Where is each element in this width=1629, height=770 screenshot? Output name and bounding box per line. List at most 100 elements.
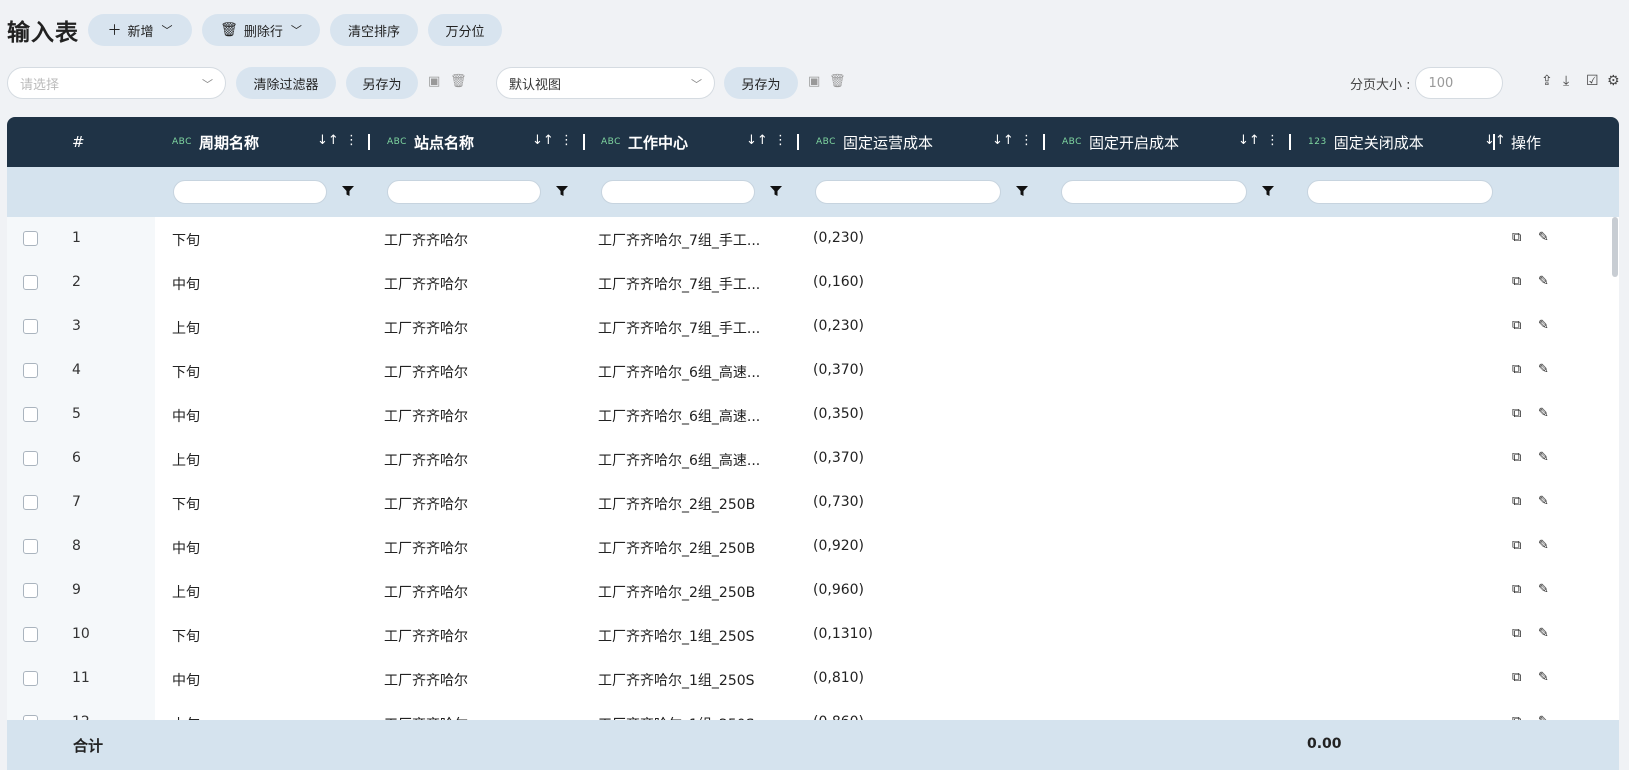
more-icon[interactable]: ⋮ [1266, 133, 1279, 148]
copy-icon[interactable]: ⧉ [1512, 450, 1521, 465]
copy-icon[interactable]: ⧉ [1512, 406, 1521, 421]
save-icon[interactable]: ▣ [428, 74, 440, 89]
edit-icon[interactable]: ✎ [1538, 318, 1549, 333]
copy-icon[interactable]: ⧉ [1512, 626, 1521, 641]
edit-icon[interactable]: ✎ [1538, 450, 1549, 465]
row-checkbox[interactable] [23, 627, 38, 642]
sort-icon[interactable]: ↓↑ [1238, 133, 1260, 148]
edit-icon[interactable]: ✎ [1538, 274, 1549, 289]
row-checkbox[interactable] [23, 363, 38, 378]
row-checkbox[interactable] [23, 275, 38, 290]
edit-icon[interactable]: ✎ [1538, 582, 1549, 597]
filter-icon[interactable] [1261, 184, 1275, 198]
col-header-period[interactable]: ABC 周期名称 [172, 117, 259, 167]
col-header-fixed-open-cost[interactable]: ABC 固定开启成本 [1062, 117, 1179, 167]
clear-filter-button[interactable]: 清除过滤器 [236, 67, 336, 99]
edit-icon[interactable]: ✎ [1538, 626, 1549, 641]
more-icon[interactable]: ⋮ [345, 133, 358, 148]
settings-icon[interactable]: ⚙ [1607, 73, 1620, 89]
table-row[interactable]: 6 上旬 工厂齐齐哈尔 工厂齐齐哈尔_6组_高速... (0,370) ⧉ ✎ [7, 437, 1619, 481]
sort-icon[interactable]: ↓↑ [532, 133, 554, 148]
more-icon[interactable]: ⋮ [1020, 133, 1033, 148]
table-row[interactable]: 8 中旬 工厂齐齐哈尔 工厂齐齐哈尔_2组_250B (0,920) ⧉ ✎ [7, 525, 1619, 569]
vertical-scrollbar[interactable] [1612, 217, 1618, 277]
row-checkbox[interactable] [23, 583, 38, 598]
col-header-work-center[interactable]: ABC 工作中心 [601, 117, 688, 167]
edit-icon[interactable]: ✎ [1538, 538, 1549, 553]
edit-icon[interactable]: ✎ [1538, 406, 1549, 421]
more-icon[interactable]: ⋮ [774, 133, 787, 148]
save-view-button[interactable]: 另存为 [724, 67, 798, 99]
table-row[interactable]: 10 下旬 工厂齐齐哈尔 工厂齐齐哈尔_1组_250S (0,1310) ⧉ ✎ [7, 613, 1619, 657]
copy-icon[interactable]: ⧉ [1512, 582, 1521, 597]
table-row[interactable]: 12上旬工厂齐齐哈尔工厂齐齐哈尔_1组_250S(0,860)⧉✎ [7, 701, 1619, 720]
filter-icon[interactable] [1015, 184, 1029, 198]
save-as-button[interactable]: 另存为 [346, 67, 418, 99]
sort-icon[interactable]: ↓↑ [992, 133, 1014, 148]
clear-sort-button[interactable]: 清空排序 [330, 14, 418, 46]
table-row[interactable]: 9 上旬 工厂齐齐哈尔 工厂齐齐哈尔_2组_250B (0,960) ⧉ ✎ [7, 569, 1619, 613]
filter-select[interactable]: 请选择 ﹀ [7, 67, 226, 99]
table-row[interactable]: 1 下旬 工厂齐齐哈尔 工厂齐齐哈尔_7组_手工... (0,230) ⧉ ✎ [7, 217, 1619, 261]
column-resizer[interactable] [1493, 134, 1495, 150]
filter-input-open-cost[interactable] [1061, 180, 1247, 204]
trash-icon[interactable]: 🗑 [829, 74, 846, 89]
edit-icon[interactable]: ✎ [1538, 362, 1549, 377]
table-row[interactable]: 7 下旬 工厂齐齐哈尔 工厂齐齐哈尔_2组_250B (0,730) ⧉ ✎ [7, 481, 1619, 525]
copy-icon[interactable]: ⧉ [1512, 274, 1521, 289]
col-header-fixed-close-cost[interactable]: 123 固定关闭成本 [1308, 117, 1424, 167]
edit-icon[interactable]: ✎ [1538, 230, 1549, 245]
sort-icon[interactable]: ↓↑ [317, 133, 339, 148]
filter-input-close-cost[interactable] [1307, 180, 1493, 204]
sort-icon[interactable]: ↓↑ [746, 133, 768, 148]
more-icon[interactable]: ⋮ [560, 133, 573, 148]
copy-icon[interactable]: ⧉ [1512, 670, 1521, 685]
row-checkbox[interactable] [23, 231, 38, 246]
row-checkbox[interactable] [23, 495, 38, 510]
filter-input-period[interactable] [173, 180, 327, 204]
row-checkbox[interactable] [23, 407, 38, 422]
table-row[interactable]: 11 中旬 工厂齐齐哈尔 工厂齐齐哈尔_1组_250S (0,810) ⧉ ✎ [7, 657, 1619, 701]
row-checkbox[interactable] [23, 671, 38, 686]
column-resizer[interactable] [368, 134, 370, 150]
copy-icon[interactable]: ⧉ [1512, 362, 1521, 377]
table-row[interactable]: 4 下旬 工厂齐齐哈尔 工厂齐齐哈尔_6组_高速... (0,370) ⧉ ✎ [7, 349, 1619, 393]
checkbox-menu-icon[interactable]: ☑ [1586, 73, 1599, 89]
copy-icon[interactable]: ⧉ [1512, 494, 1521, 509]
column-resizer[interactable] [1289, 134, 1291, 150]
cell-period: 中旬 [172, 277, 200, 293]
row-checkbox[interactable] [23, 539, 38, 554]
cell-operating-cost: (0,920) [813, 538, 865, 554]
add-button[interactable]: ＋新增 ﹀ [88, 14, 192, 46]
filter-icon[interactable] [769, 184, 783, 198]
row-checkbox[interactable] [23, 319, 38, 334]
cell-work-center: 工厂齐齐哈尔_6组_高速... [598, 453, 761, 469]
trash-icon[interactable]: 🗑 [450, 74, 467, 89]
copy-icon[interactable]: ⧉ [1512, 538, 1521, 553]
filter-input-site[interactable] [387, 180, 541, 204]
col-header-site[interactable]: ABC 站点名称 [387, 117, 474, 167]
copy-icon[interactable]: ⧉ [1512, 230, 1521, 245]
download-icon[interactable]: ⤓ [1563, 73, 1569, 89]
row-checkbox[interactable] [23, 451, 38, 466]
column-resizer[interactable] [583, 134, 585, 150]
edit-icon[interactable]: ✎ [1538, 670, 1549, 685]
filter-icon[interactable] [555, 184, 569, 198]
table-row[interactable]: 3 上旬 工厂齐齐哈尔 工厂齐齐哈尔_7组_手工... (0,230) ⧉ ✎ [7, 305, 1619, 349]
table-row[interactable]: 5 中旬 工厂齐齐哈尔 工厂齐齐哈尔_6组_高速... (0,350) ⧉ ✎ [7, 393, 1619, 437]
page-size-input[interactable]: 100 [1414, 67, 1503, 99]
filter-input-operating-cost[interactable] [815, 180, 1001, 204]
column-resizer[interactable] [1043, 134, 1045, 150]
upload-icon[interactable]: ⇪ [1541, 73, 1553, 89]
filter-icon[interactable] [341, 184, 355, 198]
view-select[interactable]: 默认视图 ﹀ [496, 67, 715, 99]
col-header-fixed-operating-cost[interactable]: ABC 固定运营成本 [816, 117, 933, 167]
copy-icon[interactable]: ⧉ [1512, 318, 1521, 333]
column-resizer[interactable] [797, 134, 799, 150]
per-ten-thousand-button[interactable]: 万分位 [428, 14, 502, 46]
edit-icon[interactable]: ✎ [1538, 494, 1549, 509]
filter-input-work-center[interactable] [601, 180, 755, 204]
delete-row-button[interactable]: 🗑 删除行 ﹀ [202, 14, 320, 46]
table-row[interactable]: 2 中旬 工厂齐齐哈尔 工厂齐齐哈尔_7组_手工... (0,160) ⧉ ✎ [7, 261, 1619, 305]
save-icon[interactable]: ▣ [808, 74, 820, 89]
